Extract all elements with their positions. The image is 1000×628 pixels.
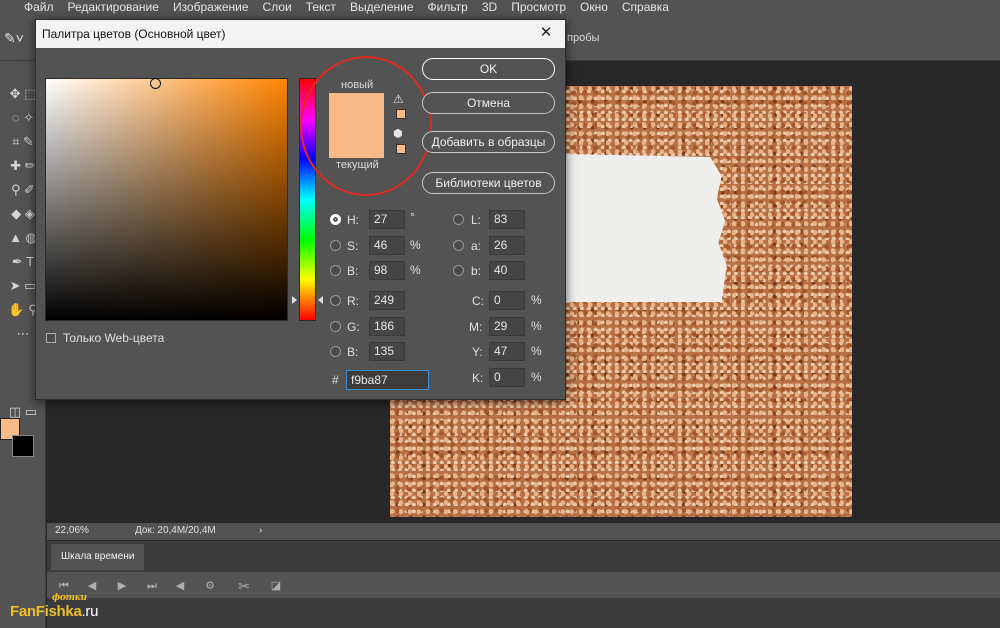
quick-mask-icon[interactable]: ◫ ▭: [0, 401, 46, 423]
transition-icon[interactable]: ◪: [269, 579, 283, 593]
menu-edit[interactable]: Редактирование: [68, 0, 159, 15]
black-input[interactable]: 0: [489, 368, 525, 387]
logo-fishka: Fishka: [35, 603, 82, 620]
status-menu-arrow[interactable]: ›: [259, 525, 262, 536]
logo-fan: Fan: [10, 603, 36, 620]
color-picker-dialog: Палитра цветов (Основной цвет) ✕ новый т…: [35, 19, 566, 400]
lab-b-input[interactable]: 40: [489, 261, 525, 280]
saturation-label: S:: [347, 239, 359, 253]
hue-input[interactable]: 27: [369, 210, 405, 229]
status-bar: 22,06% Док: 20,4M/20,4M ›: [47, 523, 1000, 540]
hue-slider-right-arrow[interactable]: [318, 296, 323, 304]
dialog-title: Палитра цветов (Основной цвет): [36, 20, 565, 48]
paper-strip: [565, 154, 727, 302]
saturation-input[interactable]: 46: [369, 236, 405, 255]
brightness-radio[interactable]: [330, 265, 341, 276]
color-field-marker[interactable]: [150, 78, 161, 89]
prev-frame-icon[interactable]: ◀: [85, 579, 99, 593]
lab-l-radio[interactable]: [453, 214, 464, 225]
hex-input[interactable]: f9ba87: [346, 370, 429, 390]
next-frame-icon[interactable]: ⏭: [145, 579, 159, 593]
cyan-label: C:: [472, 294, 484, 308]
hex-label: #: [332, 373, 339, 387]
saturation-brightness-field[interactable]: [45, 78, 288, 321]
green-radio[interactable]: [330, 321, 341, 332]
menu-layers[interactable]: Слои: [263, 0, 292, 15]
red-input[interactable]: 249: [369, 291, 405, 310]
timeline-controls: [47, 572, 1000, 598]
blue-label: B:: [347, 345, 359, 359]
hue-unit: °: [410, 210, 415, 224]
blue-radio[interactable]: [330, 346, 341, 357]
color-libraries-button[interactable]: Библиотеки цветов: [422, 172, 555, 194]
red-label: R:: [347, 294, 359, 308]
lab-l-label: L:: [471, 213, 482, 227]
background-color-swatch[interactable]: [12, 435, 34, 457]
close-icon[interactable]: ✕: [537, 24, 555, 42]
brightness-unit: %: [410, 263, 421, 277]
menu-window[interactable]: Окно: [580, 0, 608, 15]
menu-image[interactable]: Изображение: [173, 0, 249, 15]
green-input[interactable]: 186: [369, 317, 405, 336]
hue-slider-left-arrow[interactable]: [292, 296, 297, 304]
lab-b-label: b:: [471, 264, 482, 278]
web-colors-only-label: Только Web-цвета: [63, 331, 165, 345]
brightness-label: B:: [347, 264, 359, 278]
options-sample-label: пробы: [567, 32, 600, 44]
scissors-icon[interactable]: ✂: [237, 579, 251, 593]
yellow-label: Y:: [472, 345, 483, 359]
doc-size: Док: 20,4M/20,4M: [135, 525, 216, 536]
magenta-input[interactable]: 29: [489, 317, 525, 336]
play-icon[interactable]: ▶: [115, 579, 129, 593]
menu-select[interactable]: Выделение: [350, 0, 414, 15]
menu-bar: Файл Редактирование Изображение Слои Тек…: [0, 0, 1000, 15]
black-label: K:: [472, 371, 484, 385]
lab-b-radio[interactable]: [453, 265, 464, 276]
brightness-input[interactable]: 98: [369, 261, 405, 280]
green-label: G:: [347, 320, 360, 334]
menu-view[interactable]: Просмотр: [511, 0, 566, 15]
yellow-unit: %: [531, 344, 542, 358]
timeline-panel: Шкала времени ⏮ ◀ ▶ ⏭ ◀ ⚙ ✂ ◪: [47, 540, 1000, 628]
lab-a-input[interactable]: 26: [489, 236, 525, 255]
magenta-label: M:: [469, 320, 483, 334]
yellow-input[interactable]: 47: [489, 342, 525, 361]
cancel-button[interactable]: Отмена: [422, 92, 555, 114]
lab-a-label: a:: [471, 239, 482, 253]
magenta-unit: %: [531, 319, 542, 333]
saturation-unit: %: [410, 238, 421, 252]
hue-label: H:: [347, 213, 359, 227]
watermark-logo: FanFishka.ru фотки: [10, 593, 99, 620]
add-to-swatches-button[interactable]: Добавить в образцы: [422, 131, 555, 153]
web-colors-only-checkbox[interactable]: [46, 333, 56, 343]
audio-icon[interactable]: ◀: [173, 579, 187, 593]
menu-type[interactable]: Текст: [306, 0, 336, 15]
menu-filter[interactable]: Фильтр: [428, 0, 468, 15]
lab-l-input[interactable]: 83: [489, 210, 525, 229]
cyan-input[interactable]: 0: [489, 291, 525, 310]
logo-fotki: фотки: [52, 593, 87, 603]
blue-input[interactable]: 135: [369, 342, 405, 361]
settings-gear-icon[interactable]: ⚙: [203, 579, 217, 593]
black-unit: %: [531, 370, 542, 384]
hue-radio[interactable]: [330, 214, 341, 225]
lab-a-radio[interactable]: [453, 240, 464, 251]
menu-3d[interactable]: 3D: [482, 0, 497, 15]
menu-help[interactable]: Справка: [622, 0, 669, 15]
red-radio[interactable]: [330, 295, 341, 306]
eyedropper-icon[interactable]: ✎˅: [4, 30, 28, 48]
highlight-circle: [300, 56, 432, 196]
first-frame-icon[interactable]: ⏮: [57, 579, 71, 593]
cyan-unit: %: [531, 293, 542, 307]
logo-ru: .ru: [81, 603, 99, 620]
menu-file[interactable]: Файл: [24, 0, 54, 15]
timeline-tab[interactable]: Шкала времени: [51, 544, 145, 570]
ok-button[interactable]: OK: [422, 58, 555, 80]
zoom-level[interactable]: 22,06%: [55, 525, 89, 536]
saturation-radio[interactable]: [330, 240, 341, 251]
